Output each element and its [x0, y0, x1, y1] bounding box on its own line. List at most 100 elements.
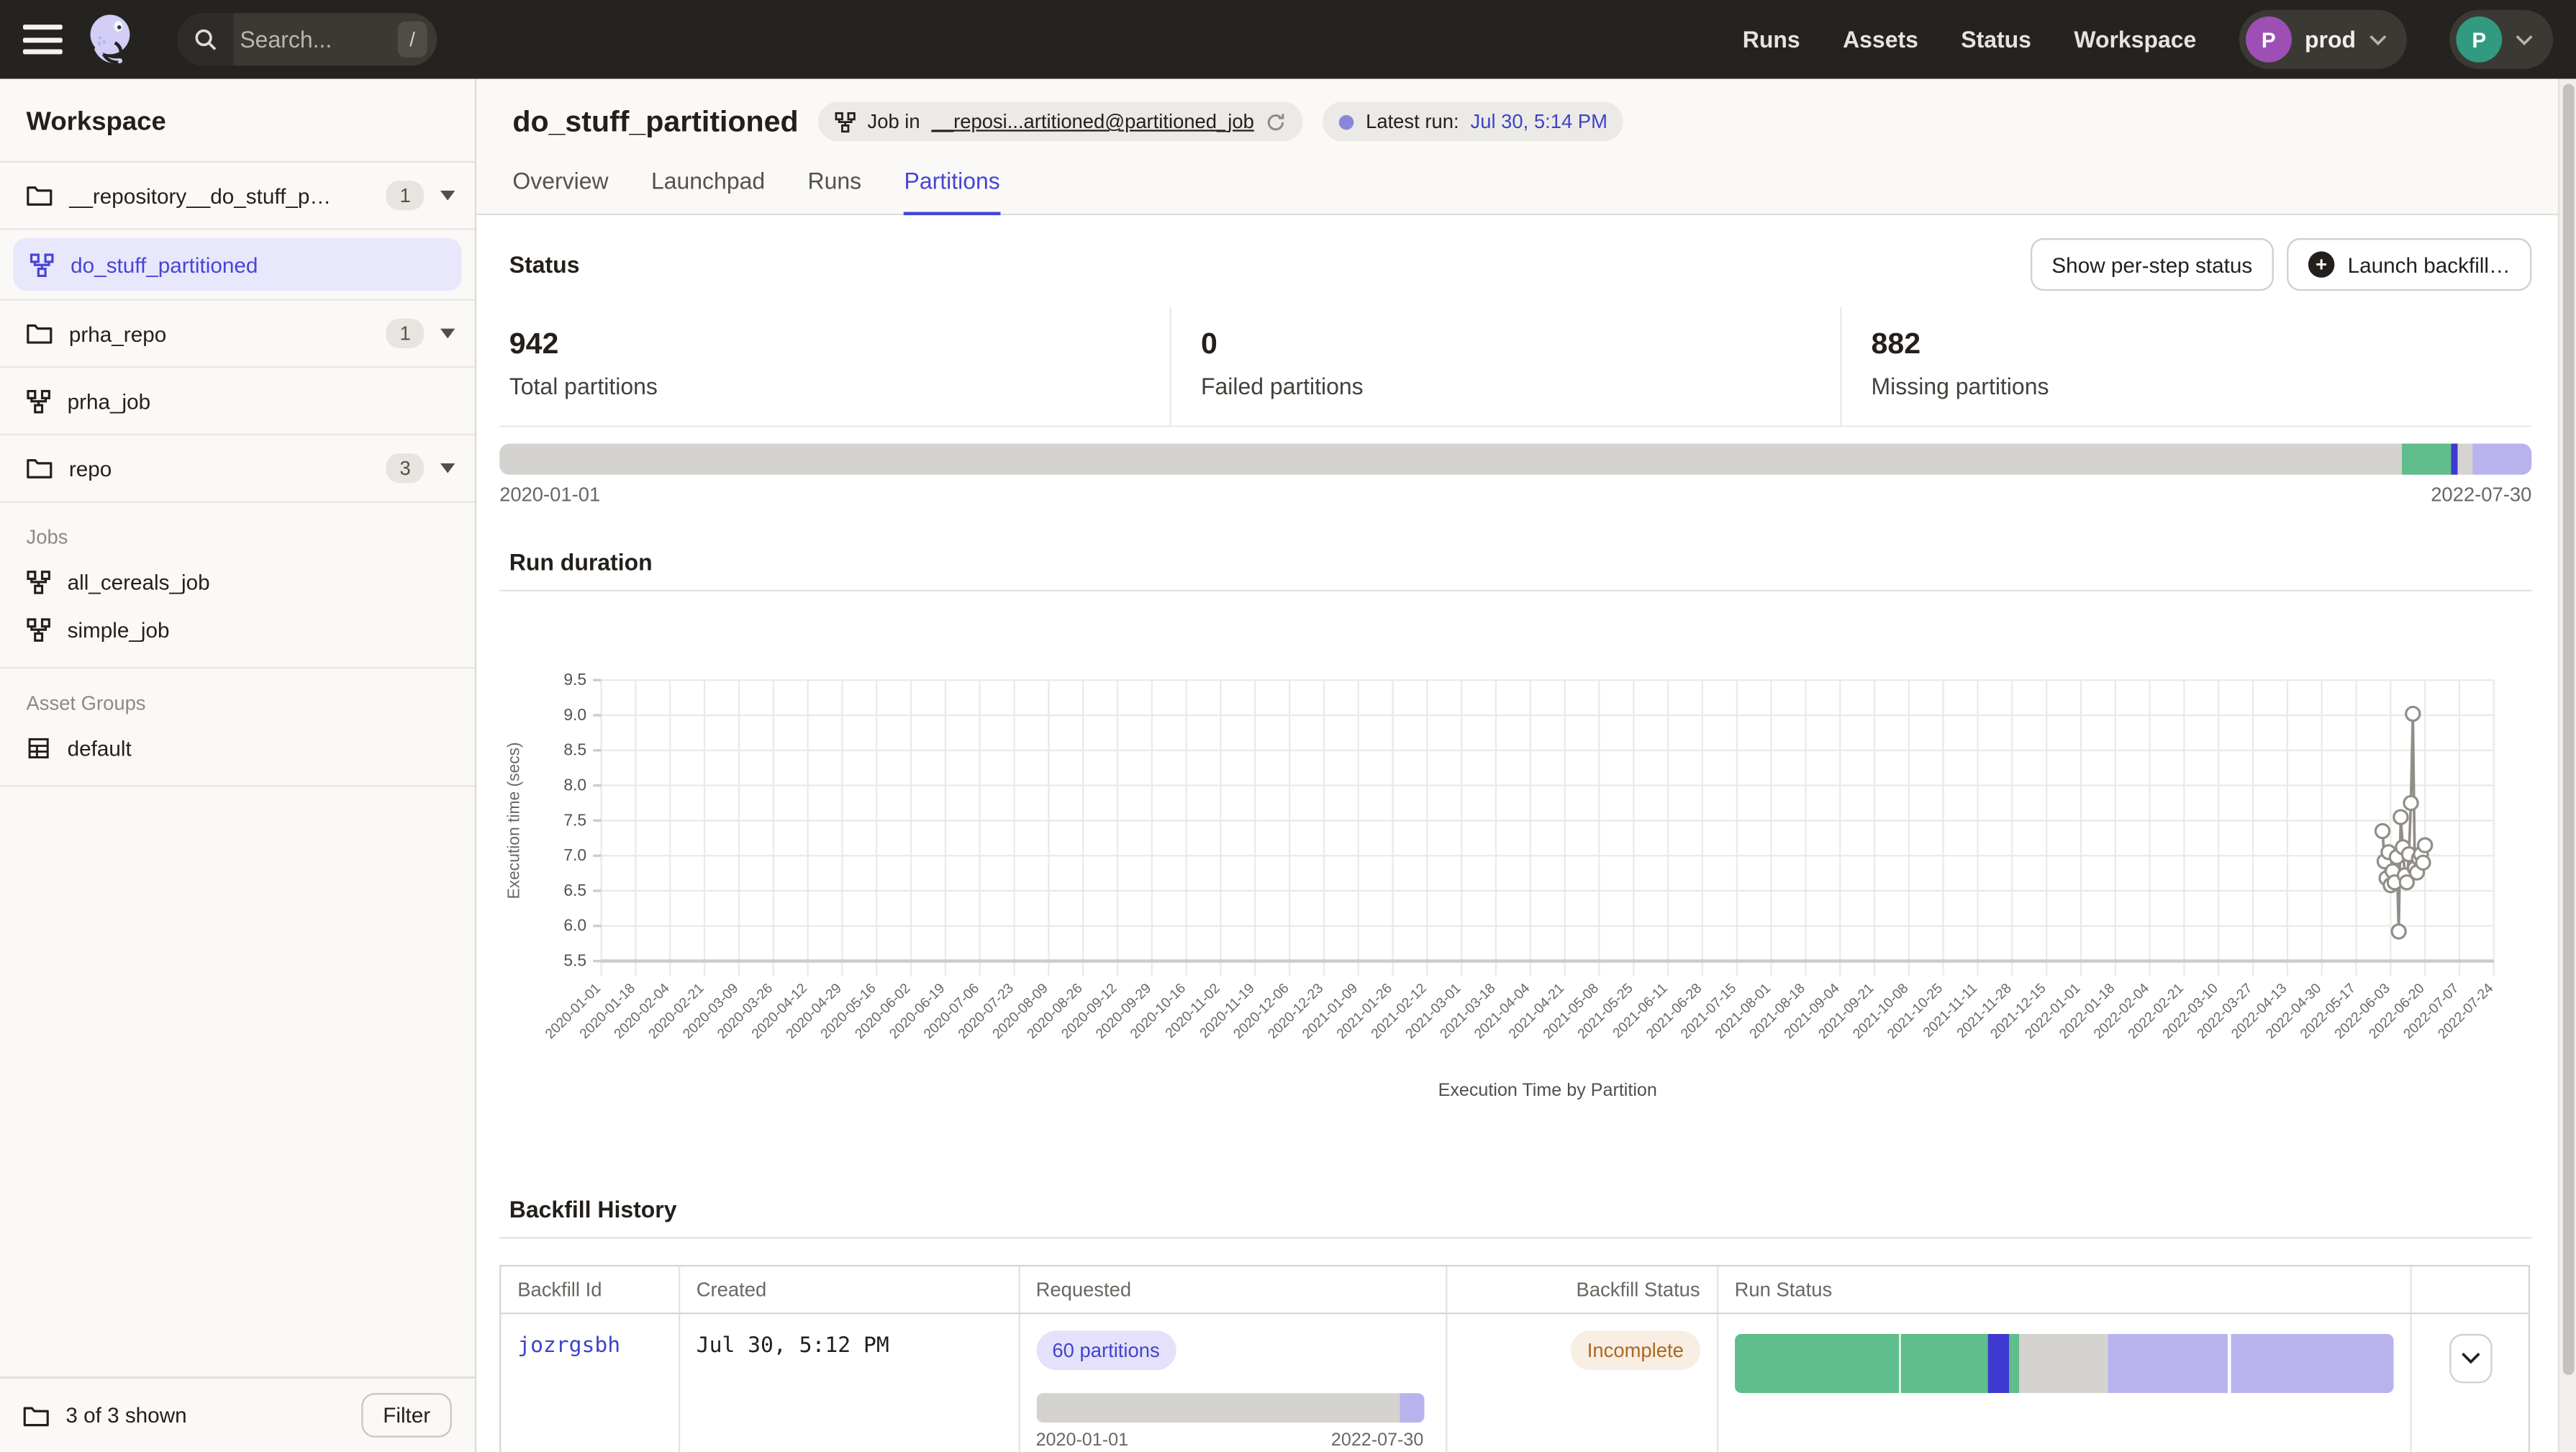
chevron-down-icon: [2460, 1352, 2480, 1365]
cell-created: Jul 30, 5:12 PM: [680, 1315, 1020, 1452]
svg-text:6.5: 6.5: [563, 881, 586, 899]
backfill-history-section-title: Backfill History: [499, 1196, 2531, 1238]
stat-label: Total partitions: [509, 373, 1170, 399]
folder-icon: [27, 322, 53, 345]
search-shortcut-key: /: [398, 22, 427, 58]
partition-range-end: 2022-07-30: [2431, 483, 2531, 506]
backfill-id-link[interactable]: jozrgsbh: [517, 1334, 620, 1358]
folder-icon: [23, 1404, 50, 1427]
sidebar-repo-prha-repo[interactable]: prha_repo 1: [0, 301, 475, 368]
svg-text:9.5: 9.5: [563, 670, 586, 689]
backfill-history-table: Backfill Id Created Requested Backfill S…: [499, 1265, 2530, 1452]
job-repo-link[interactable]: __reposi...artitioned@partitioned_job: [932, 110, 1254, 133]
requested-partitions-badge[interactable]: 60 partitions: [1036, 1330, 1176, 1370]
repo-count-badge: 1: [386, 319, 424, 348]
svg-text:Execution time (secs): Execution time (secs): [504, 742, 522, 899]
cell-actions: [2412, 1315, 2529, 1452]
job-icon: [835, 111, 856, 132]
sidebar-jobs-section: Jobs all_cereals_job simple_job: [0, 503, 475, 669]
sidebar-title: Workspace: [0, 79, 475, 163]
show-per-step-status-button[interactable]: Show per-step status: [2031, 238, 2274, 291]
user-menu[interactable]: P: [2449, 10, 2553, 69]
asset-groups-section-label: Asset Groups: [27, 691, 449, 714]
tab-partitions[interactable]: Partitions: [904, 168, 1000, 215]
job-icon: [27, 570, 51, 594]
partition-stats-row: 942 Total partitions 0 Failed partitions…: [499, 307, 2531, 427]
nav-assets[interactable]: Assets: [1843, 27, 1918, 53]
deployment-switcher[interactable]: P prod: [2239, 10, 2407, 69]
main-content: do_stuff_partitioned Job in __reposi...a…: [476, 79, 2576, 1452]
sidebar-repo-repository-do-stuff[interactable]: __repository__do_stuff_partitio... 1: [0, 163, 475, 230]
svg-text:Execution Time by Partition: Execution Time by Partition: [1438, 1080, 1657, 1100]
caret-down-icon[interactable]: [440, 329, 455, 339]
dagster-logo-icon[interactable]: [82, 10, 138, 69]
sidebar-selected-wrap: do_stuff_partitioned: [0, 230, 475, 301]
nav-status[interactable]: Status: [1961, 27, 2031, 53]
svg-text:5.5: 5.5: [563, 950, 586, 969]
repos-shown-count: 3 of 3 shown: [65, 1403, 186, 1428]
run-status-bar[interactable]: [1735, 1334, 2394, 1393]
job-header: do_stuff_partitioned Job in __reposi...a…: [476, 79, 2576, 216]
cell-backfill-status: Incomplete: [1448, 1315, 1718, 1452]
latest-run-label: Latest run:: [1366, 110, 1459, 133]
repo-label: prha_repo: [69, 321, 166, 345]
job-icon: [27, 617, 51, 642]
caret-down-icon[interactable]: [440, 191, 455, 201]
search-input[interactable]: [233, 27, 397, 53]
repo-label: repo: [69, 456, 112, 481]
job-label: prha_job: [68, 389, 151, 413]
sidebar-item-prha-job[interactable]: prha_job: [0, 368, 475, 435]
user-avatar: P: [2456, 17, 2502, 63]
app-window: / Runs Assets Status Workspace P prod P …: [0, 0, 2576, 1452]
hamburger-menu-icon[interactable]: [23, 24, 63, 54]
sidebar-spacer: [0, 787, 475, 1377]
expand-row-button[interactable]: [2449, 1334, 2491, 1383]
refresh-icon[interactable]: [1266, 111, 1287, 132]
nav-runs[interactable]: Runs: [1743, 27, 1800, 53]
table-header-row: Backfill Id Created Requested Backfill S…: [501, 1266, 2528, 1314]
nav-workspace[interactable]: Workspace: [2074, 27, 2196, 53]
global-search[interactable]: /: [178, 13, 437, 65]
vertical-scrollbar: [2558, 79, 2576, 1452]
sidebar-repo-repo[interactable]: repo 3: [0, 435, 475, 503]
stat-missing-partitions: 882 Missing partitions: [1840, 307, 2531, 425]
sidebar-item-simple-job[interactable]: simple_job: [27, 606, 449, 653]
tab-runs[interactable]: Runs: [808, 168, 862, 215]
launch-backfill-button[interactable]: + Launch backfill…: [2287, 238, 2531, 291]
tab-launchpad[interactable]: Launchpad: [651, 168, 765, 215]
run-duration-chart: 2020-01-012020-01-182020-02-042020-02-21…: [486, 631, 2544, 1111]
svg-text:9.0: 9.0: [563, 705, 586, 724]
sidebar-item-default-asset-group[interactable]: default: [27, 725, 449, 772]
job-tabs: Overview Launchpad Runs Partitions: [512, 168, 2526, 214]
sidebar-asset-groups-section: Asset Groups default: [0, 668, 475, 786]
col-backfill-status: Backfill Status: [1448, 1266, 1718, 1312]
stat-value: 0: [1201, 327, 1840, 361]
caret-down-icon[interactable]: [440, 463, 455, 473]
col-run-status: Run Status: [1718, 1266, 2412, 1312]
tab-overview[interactable]: Overview: [512, 168, 608, 215]
job-repo-tag: Job in __reposi...artitioned@partitioned…: [818, 102, 1303, 142]
table-row: jozrgsbh Jul 30, 5:12 PM 60 partitions 2…: [501, 1315, 2528, 1452]
cell-backfill-id: jozrgsbh: [501, 1315, 680, 1452]
cell-requested: 60 partitions 2020-01-01 2022-07-30: [1020, 1315, 1448, 1452]
chevron-down-icon: [2516, 34, 2534, 45]
svg-text:8.0: 8.0: [563, 775, 586, 794]
stat-label: Missing partitions: [1872, 373, 2532, 399]
sidebar-footer: 3 of 3 shown Filter: [0, 1376, 475, 1452]
svg-text:6.0: 6.0: [563, 916, 586, 935]
partition-status-bar[interactable]: [499, 443, 2531, 474]
asset-group-label: default: [68, 736, 132, 761]
scrollbar-thumb[interactable]: [2563, 83, 2575, 1375]
job-label: all_cereals_job: [68, 570, 210, 594]
plus-circle-icon: +: [2308, 251, 2335, 278]
sidebar-item-all-cereals-job[interactable]: all_cereals_job: [27, 558, 449, 606]
asset-group-icon: [27, 736, 51, 761]
latest-run-link[interactable]: Jul 30, 5:14 PM: [1471, 110, 1607, 133]
requested-partition-bar: [1036, 1393, 1424, 1422]
stat-label: Failed partitions: [1201, 373, 1840, 399]
filter-button[interactable]: Filter: [362, 1393, 452, 1438]
folder-icon: [27, 184, 53, 207]
cell-run-status: [1718, 1315, 2412, 1452]
partition-status-bar-wrap: 2020-01-01 2022-07-30: [499, 443, 2531, 506]
sidebar-item-do-stuff-partitioned[interactable]: do_stuff_partitioned: [13, 238, 461, 291]
